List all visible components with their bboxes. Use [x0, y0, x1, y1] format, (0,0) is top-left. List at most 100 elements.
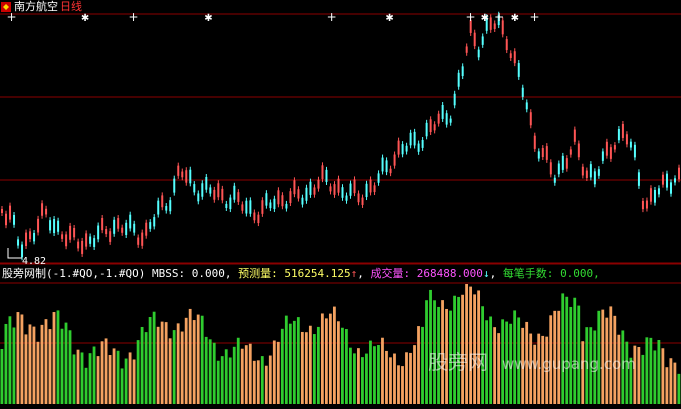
candle-body: [209, 187, 212, 194]
volume-bar: [124, 358, 128, 404]
volume-bar: [393, 353, 396, 404]
candle-body: [233, 185, 236, 200]
volume-bar: [385, 350, 388, 404]
volume-bar: [232, 346, 236, 404]
candle-body: [533, 135, 536, 149]
volume-bar: [120, 368, 124, 404]
candle-body: [405, 145, 408, 152]
candle-body: [153, 217, 156, 227]
volume-bar: [132, 359, 136, 404]
candle-body: [189, 169, 192, 184]
candle-body: [477, 49, 480, 58]
candle-body: [437, 113, 440, 124]
candle-body: [33, 233, 36, 242]
volume-bar: [645, 337, 649, 404]
candle-body: [313, 187, 316, 195]
candle-body: [625, 134, 628, 145]
volume-bar: [212, 342, 216, 404]
candle-body: [141, 232, 144, 246]
candle-body: [165, 206, 168, 211]
candle-body: [25, 232, 28, 247]
volume-bar: [16, 312, 20, 404]
watermark: 股旁网 www.gupang.com: [428, 352, 636, 372]
candle-body: [193, 184, 196, 193]
volume-bar: [421, 326, 424, 404]
volume-bar: [140, 326, 144, 404]
candle-body: [493, 23, 496, 30]
candle-body: [605, 141, 608, 156]
volume-bar: [477, 290, 481, 404]
candle-body: [481, 36, 484, 45]
candle-body: [513, 51, 516, 64]
volume-bar: [76, 349, 80, 404]
candle-body: [321, 165, 324, 180]
candle-body: [525, 102, 528, 110]
plus-marker-icon: +: [128, 10, 138, 24]
volume-bar: [108, 355, 112, 404]
candle-body: [585, 170, 588, 178]
volume-bar: [469, 286, 472, 404]
candle-body: [41, 203, 44, 216]
candle-body: [637, 172, 640, 186]
volume-bar: [220, 356, 224, 404]
volume-bar: [60, 328, 64, 404]
volume-bar: [288, 323, 292, 404]
candle-body: [129, 214, 132, 229]
plus-marker-icon: +: [494, 10, 504, 24]
volume-bar: [381, 337, 384, 404]
stock-chart[interactable]: + ✱ + ✱ + ✱ + ✱ + ✱ +: [0, 0, 681, 409]
mbss-value: 0.000,: [191, 267, 232, 280]
volume-bar: [641, 354, 645, 404]
candle-body: [113, 219, 116, 234]
candle-body: [17, 239, 20, 246]
candle-body: [329, 186, 332, 192]
candle-body: [673, 178, 676, 183]
candle-body: [269, 202, 272, 209]
candle-body: [365, 183, 368, 198]
volume-bar: [64, 322, 68, 404]
candle-body: [649, 188, 652, 202]
volume-bar: [100, 341, 104, 404]
candle-body: [81, 240, 84, 254]
candle-body: [61, 234, 64, 239]
volume-bar: [196, 314, 200, 404]
candle-body: [341, 187, 344, 198]
candle-body: [521, 87, 524, 97]
candle-body: [397, 140, 400, 155]
candle-body: [617, 129, 620, 141]
volume-bar: [56, 310, 60, 404]
candle-body: [297, 189, 300, 199]
candle-body: [569, 149, 572, 155]
candle-body: [601, 151, 604, 161]
candle-body: [537, 151, 540, 159]
candle-body: [133, 223, 136, 233]
candle-body: [49, 220, 52, 231]
forecast-value: 516254.125: [284, 267, 351, 280]
candle-body: [553, 177, 556, 183]
candle-body: [361, 197, 364, 205]
candle-body: [545, 146, 548, 160]
volume-bar: [84, 367, 88, 404]
volume-bar: [88, 353, 92, 404]
volume-bar: [28, 324, 32, 404]
star-marker-icon: ✱: [511, 13, 519, 24]
volume-bar: [341, 327, 344, 404]
volume-bar: [300, 331, 304, 404]
candle-body: [137, 237, 140, 245]
volume-bar: [104, 338, 108, 404]
volume-bar: [417, 326, 420, 404]
volume-bar: [156, 326, 160, 404]
candle-body: [449, 118, 452, 123]
candle-body: [577, 143, 580, 158]
candle-body: [73, 227, 76, 238]
volume-bar: [332, 306, 336, 404]
candle-body: [261, 200, 264, 214]
volume-bar: [336, 321, 340, 404]
candle-body: [613, 145, 616, 150]
volume-bar: [180, 331, 184, 404]
volume-bar: [216, 360, 220, 404]
volume-bar: [68, 330, 72, 404]
indicator-readout: 股旁网制(-1.#QO,-1.#QO) MBSS: 0.000, 预测量: 51…: [2, 267, 600, 280]
candle-body: [549, 162, 552, 175]
candle-body: [177, 165, 180, 176]
